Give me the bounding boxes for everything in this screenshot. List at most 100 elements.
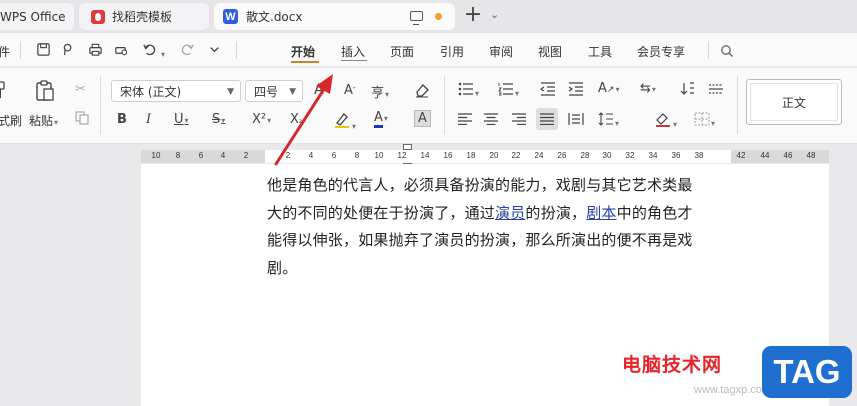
horizontal-ruler[interactable]: 10 8 6 4 2 2 4 6 8 10 12 14 16 18 20 22 24 26 28 30 32 34 36 38… — [141, 144, 829, 169]
strikethrough-button[interactable]: S▾ — [212, 112, 225, 127]
watermark-text: 电脑技术网 — [622, 354, 723, 376]
export-pdf-icon[interactable] — [61, 42, 76, 57]
ruler-tick: 2 — [243, 151, 249, 160]
tab-template[interactable]: 找稻壳模板 — [79, 3, 209, 30]
print-icon[interactable] — [88, 42, 103, 57]
hyperlink[interactable]: 演员 — [495, 204, 525, 222]
file-menu[interactable]: 件 — [0, 43, 10, 60]
first-line-indent-marker[interactable] — [403, 144, 412, 150]
underline-button[interactable]: U▾ — [174, 112, 189, 127]
ruler-tick: 24 — [534, 151, 544, 160]
italic-button[interactable]: I — [146, 112, 151, 127]
eraser-icon[interactable] — [414, 82, 430, 102]
superscript-button[interactable]: X²▾ — [252, 112, 271, 127]
font-name-select[interactable]: 宋体 (正文) ▼ — [111, 80, 241, 102]
hyperlink[interactable]: 剧本 — [586, 204, 616, 222]
tab-document[interactable]: W 散文.docx — [214, 3, 455, 30]
text-run: 能得以伸张，如果抛弃了演员的扮演，那么所演出的便不再是戏 — [267, 231, 693, 249]
font-size-value: 四号 — [254, 84, 279, 99]
line-spacing-icon[interactable]: ▾ — [598, 112, 619, 130]
ruler-tick: 20 — [489, 151, 499, 160]
cut-icon[interactable]: ✂ — [75, 82, 86, 97]
text-line: 大的不同的处便在于扮演了，通过演员的扮演，剧本中的角色才 — [267, 200, 727, 228]
ruler-tick: 18 — [466, 151, 476, 160]
text-run: 大的不同的处便在于扮演了，通过 — [267, 203, 496, 222]
screen-mode-icon[interactable] — [410, 11, 423, 25]
menu-insert[interactable]: 插入 — [341, 43, 365, 60]
highlight-icon[interactable]: ▾ — [333, 111, 356, 133]
undo-dropdown-icon[interactable]: ▾ — [160, 42, 168, 59]
decrease-indent-icon[interactable] — [539, 82, 556, 100]
undo-icon[interactable] — [142, 42, 157, 57]
ruler-tick: 36 — [671, 151, 681, 160]
text-transform-icon[interactable]: A↗▾ — [598, 81, 619, 96]
bold-button[interactable]: B — [117, 112, 127, 127]
align-left-icon[interactable] — [458, 113, 472, 129]
borders-icon[interactable]: ▾ — [694, 112, 715, 130]
font-color-button[interactable]: A▾ — [374, 110, 388, 128]
menu-tools[interactable]: 工具 — [588, 43, 612, 60]
search-icon[interactable] — [720, 43, 734, 57]
divider — [737, 76, 738, 134]
save-icon[interactable] — [36, 42, 51, 57]
character-shading-button[interactable]: A — [414, 110, 431, 127]
align-right-icon[interactable] — [512, 113, 526, 129]
bullet-list-icon[interactable]: ▾ — [458, 82, 479, 100]
menu-view[interactable]: 视图 — [538, 43, 562, 60]
ruler-tick: 2 — [285, 151, 291, 160]
shading-icon[interactable]: ▾ — [654, 111, 677, 131]
copy-icon[interactable] — [75, 111, 89, 129]
ruler-tick: 4 — [220, 151, 226, 160]
style-normal-button[interactable]: 正文 — [746, 79, 842, 125]
divider — [100, 76, 101, 134]
paste-label[interactable]: 粘贴▾ — [29, 112, 58, 129]
pinyin-text: 亨 — [371, 86, 385, 101]
word-doc-icon: W — [223, 9, 238, 24]
hover-menu-indicator — [341, 60, 367, 61]
ruler-tick: 16 — [443, 151, 453, 160]
increase-font-icon[interactable]: A+ — [314, 82, 330, 98]
subscript-button[interactable]: X₂ — [290, 112, 302, 127]
paste-icon[interactable] — [34, 80, 56, 106]
decrease-font-icon[interactable]: A- — [344, 83, 356, 98]
format-painter-label[interactable]: 式刷 — [0, 112, 22, 129]
numbered-list-icon[interactable]: ▾ — [498, 82, 519, 100]
pinyin-guide-icon[interactable]: 亨▾ — [371, 82, 389, 101]
menu-member[interactable]: 会员专享 — [637, 43, 685, 60]
document-paragraph[interactable]: 他是角色的代言人，必须具备扮演的能力，戏剧与其它艺术类最 大的不同的处便在于扮演了… — [267, 172, 727, 282]
format-painter-icon[interactable] — [0, 80, 8, 104]
ruler-tick: 34 — [648, 151, 658, 160]
tab-wps-office[interactable]: WPS Office — [0, 3, 74, 30]
align-center-icon[interactable] — [484, 113, 498, 129]
menu-references[interactable]: 引用 — [440, 43, 464, 60]
new-tab-button[interactable]: + — [462, 4, 484, 27]
text-line: 剧。 — [267, 255, 727, 283]
tab-label: 散文.docx — [246, 10, 303, 24]
redo-icon[interactable] — [180, 42, 195, 57]
chevron-down-icon: ▼ — [227, 87, 234, 97]
ruler-tick: 10 — [374, 151, 384, 160]
menu-home[interactable]: 开始 — [291, 43, 315, 60]
divider — [708, 41, 709, 59]
divider — [236, 41, 237, 59]
ruler-tick: 28 — [580, 151, 590, 160]
quick-access-dropdown-icon[interactable] — [207, 42, 222, 57]
ribbon-toolbar: 式刷 粘贴▾ ✂ 宋体 (正文) ▼ 四号 ▼ A+ A- 亨▾ B I U▾ … — [0, 68, 857, 144]
tab-list-button[interactable]: ⌄ — [490, 8, 499, 21]
ruler-tick: 10 — [151, 151, 161, 160]
sort-icon[interactable] — [680, 81, 696, 101]
align-justify-icon[interactable] — [540, 113, 554, 129]
ruler-tick: 12 — [397, 151, 407, 160]
increase-indent-icon[interactable] — [568, 82, 584, 100]
print-preview-icon[interactable] — [114, 42, 129, 57]
show-marks-icon[interactable] — [708, 82, 724, 100]
ruler-tick: 44 — [760, 151, 770, 160]
menu-page[interactable]: 页面 — [390, 43, 414, 60]
distributed-align-icon[interactable] — [568, 112, 584, 130]
font-size-select[interactable]: 四号 ▼ — [245, 80, 303, 102]
ruler-tick: 4 — [308, 151, 314, 160]
document-page[interactable]: 他是角色的代言人，必须具备扮演的能力，戏剧与其它艺术类最 大的不同的处便在于扮演了… — [141, 164, 829, 406]
line-break-icon[interactable]: ⇆▾ — [640, 81, 656, 96]
superscript-text: X² — [252, 112, 267, 127]
menu-review[interactable]: 审阅 — [489, 43, 513, 60]
